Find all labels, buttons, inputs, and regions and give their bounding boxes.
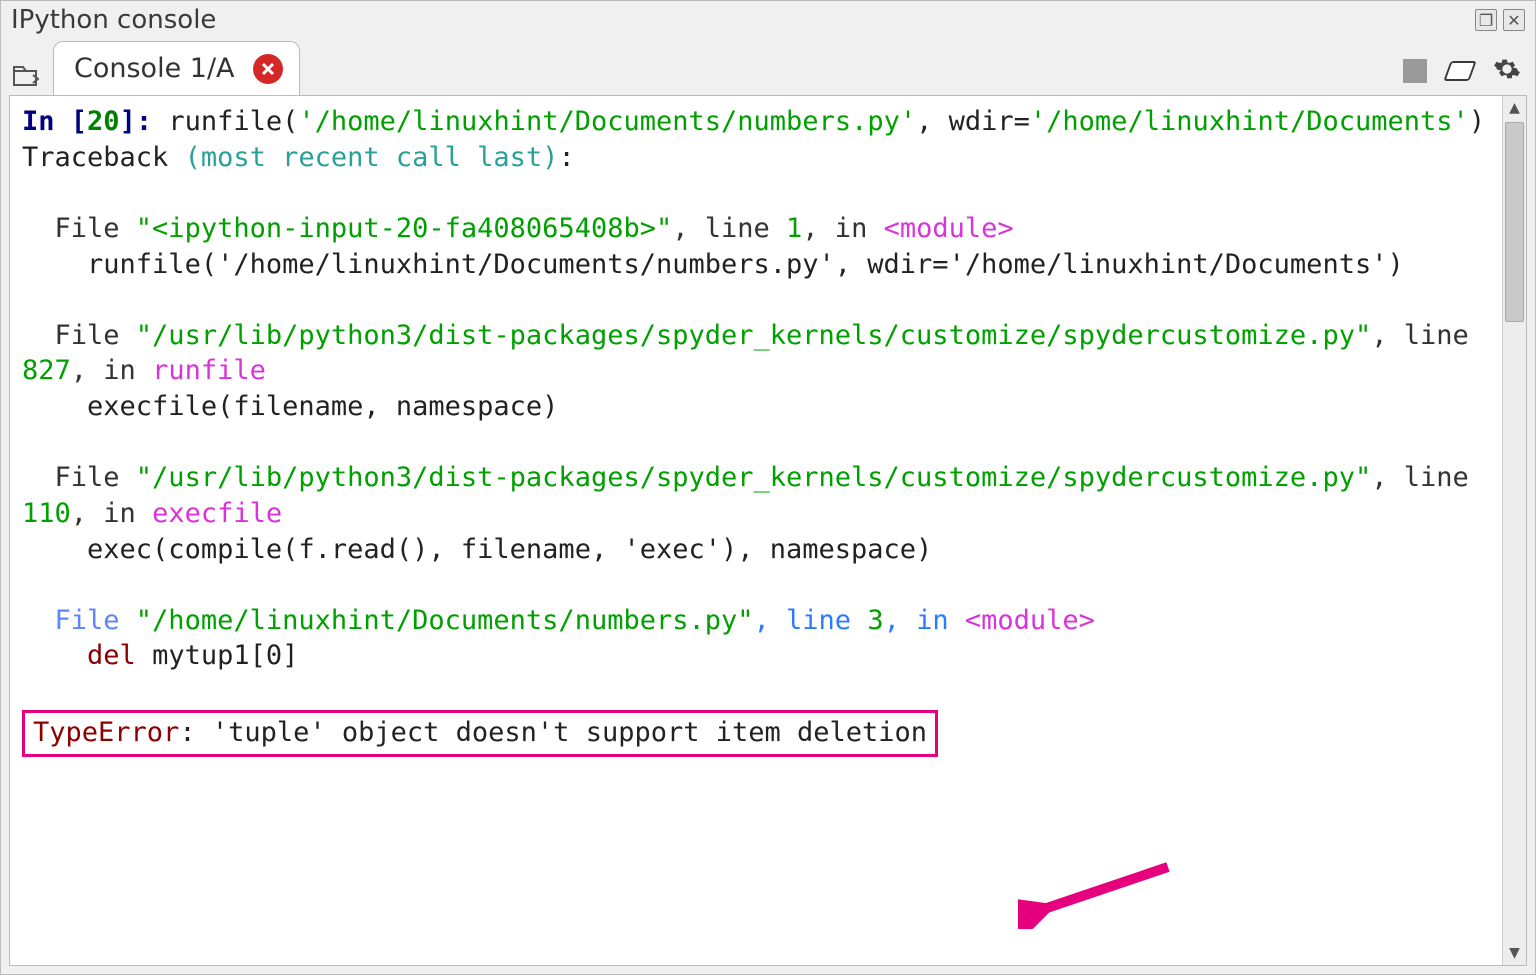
clear-console-button[interactable] [1443, 61, 1476, 81]
frame-code: execfile(filename, namespace) [87, 391, 558, 422]
frame-code: mytup1[0] [136, 640, 299, 671]
tab-close-button[interactable] [253, 54, 283, 84]
titlebar: IPython console ❐ ✕ [1, 1, 1535, 37]
console-actions [1403, 55, 1521, 87]
tab-strip: Console 1/A [1, 37, 1535, 95]
in-count: 20 [87, 106, 120, 137]
frame-name: <module> [965, 605, 1095, 636]
frame-lineno: 3 [867, 605, 883, 636]
console-output[interactable]: In [20]: runfile('/home/linuxhint/Docume… [10, 96, 1502, 965]
frame-path: "/home/linuxhint/Documents/numbers.py" [136, 605, 754, 636]
frame-path: "<ipython-input-20-fa408065408b>" [136, 213, 672, 244]
options-button[interactable] [1493, 55, 1521, 87]
frame-name: <module> [884, 213, 1014, 244]
close-window-icon[interactable]: ✕ [1503, 9, 1525, 31]
folder-icon [13, 65, 39, 87]
frame-name: execfile [152, 498, 282, 529]
del-keyword: del [87, 640, 136, 671]
stop-button[interactable] [1403, 59, 1427, 83]
in-prompt: In [22, 106, 71, 137]
ipython-console-panel: IPython console ❐ ✕ Console 1/A In [20]:… [0, 0, 1536, 975]
console-area: In [20]: runfile('/home/linuxhint/Docume… [9, 95, 1527, 966]
panel-title: IPython console [11, 5, 216, 35]
scroll-down-icon[interactable]: ▼ [1503, 941, 1526, 965]
frame-lineno: 1 [786, 213, 802, 244]
traceback-header: Traceback [22, 142, 185, 173]
runfile-path: '/home/linuxhint/Documents/numbers.py' [298, 106, 916, 137]
error-type: TypeError [33, 717, 179, 748]
vertical-scrollbar[interactable]: ▲ ▼ [1502, 96, 1526, 965]
tab-label: Console 1/A [74, 53, 235, 84]
gear-icon [1493, 55, 1521, 83]
frame-name: runfile [152, 355, 266, 386]
annotation-arrow [985, 813, 1178, 938]
close-icon [260, 61, 276, 77]
frame-lineno: 827 [22, 355, 71, 386]
error-message: : 'tuple' object doesn't support item de… [179, 717, 927, 748]
window-buttons: ❐ ✕ [1475, 9, 1525, 31]
frame-path: "/usr/lib/python3/dist-packages/spyder_k… [136, 320, 1371, 351]
error-highlight-box: TypeError: 'tuple' object doesn't suppor… [22, 710, 938, 758]
browse-tabs-button[interactable] [11, 61, 41, 91]
frame-lineno: 110 [22, 498, 71, 529]
runfile-wdir: '/home/linuxhint/Documents' [1030, 106, 1469, 137]
scroll-up-icon[interactable]: ▲ [1503, 96, 1526, 120]
frame-path: "/usr/lib/python3/dist-packages/spyder_k… [136, 462, 1371, 493]
scrollbar-thumb[interactable] [1505, 122, 1524, 322]
tab-console-1a[interactable]: Console 1/A [53, 41, 300, 95]
frame-code: exec(compile(f.read(), filename, 'exec')… [87, 534, 932, 565]
frame-code: runfile('/home/linuxhint/Documents/numbe… [87, 249, 1404, 280]
restore-icon[interactable]: ❐ [1475, 9, 1497, 31]
